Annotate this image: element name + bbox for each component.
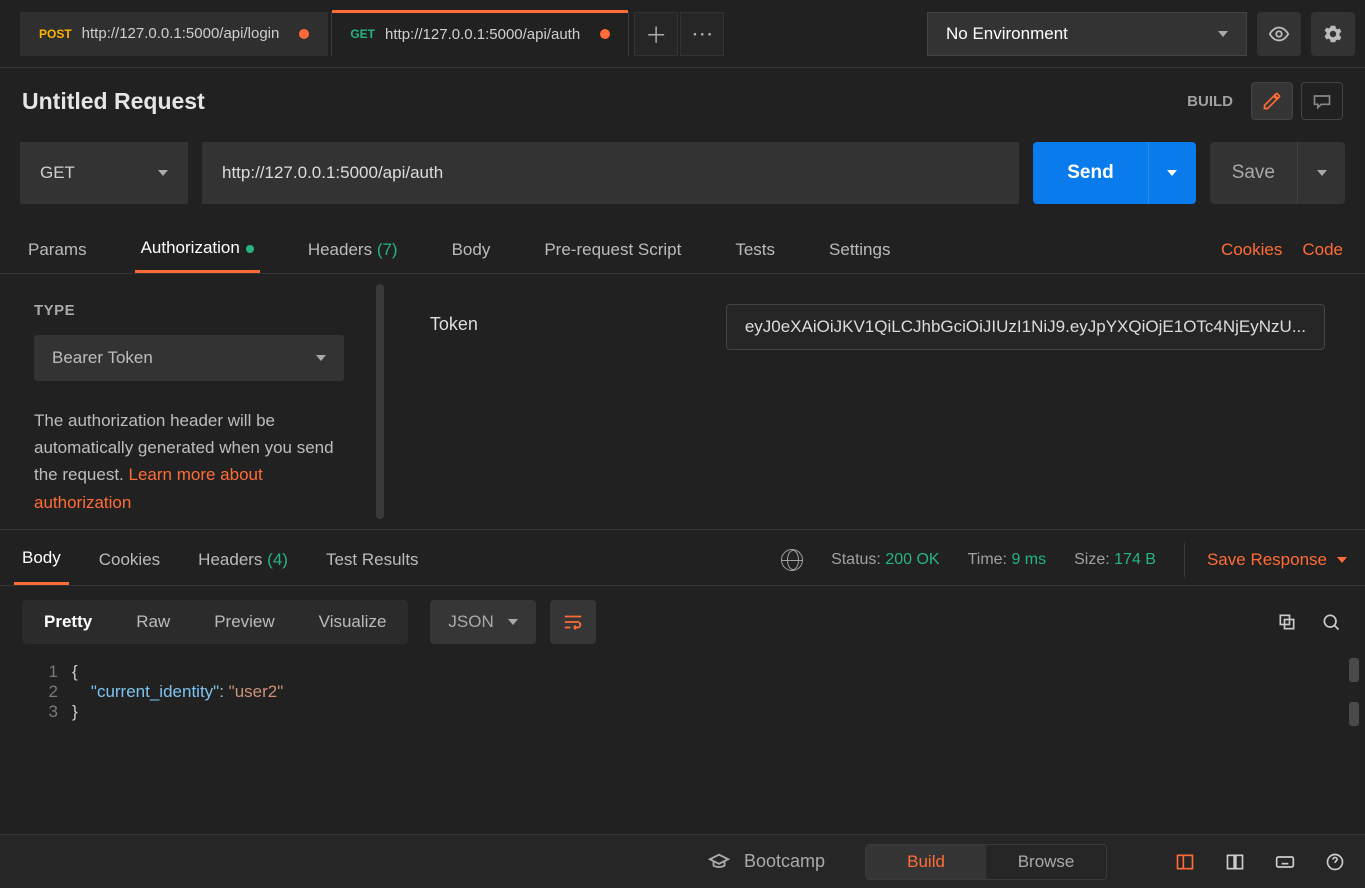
- code-link[interactable]: Code: [1302, 240, 1343, 260]
- status-value: 200 OK: [885, 551, 939, 568]
- url-input[interactable]: http://127.0.0.1:5000/api/auth: [202, 142, 1019, 204]
- send-button-group: Send: [1033, 142, 1195, 204]
- tab-overflow-button[interactable]: ⋯: [680, 12, 724, 56]
- chevron-down-icon: [508, 619, 518, 625]
- resp-tab-cookies[interactable]: Cookies: [91, 536, 168, 584]
- tab-url: http://127.0.0.1:5000/api/login: [82, 25, 280, 42]
- save-options-button[interactable]: [1297, 142, 1345, 204]
- resp-tab-headers[interactable]: Headers (4): [190, 536, 296, 584]
- chevron-down-icon: [1337, 557, 1347, 563]
- split-pane-icon[interactable]: [1223, 850, 1247, 874]
- keyboard-icon[interactable]: [1273, 850, 1297, 874]
- tab-prerequest[interactable]: Pre-request Script: [538, 228, 687, 272]
- format-preview[interactable]: Preview: [192, 600, 296, 644]
- bootcamp-button[interactable]: Bootcamp: [708, 851, 825, 873]
- comment-mode-button[interactable]: [1301, 82, 1343, 120]
- tab-authorization[interactable]: Authorization: [135, 226, 260, 273]
- response-tabs: Body Cookies Headers (4) Test Results St…: [0, 530, 1365, 586]
- edit-mode-button[interactable]: [1251, 82, 1293, 120]
- environment-quicklook-button[interactable]: [1257, 12, 1301, 56]
- mode-build-button[interactable]: Build: [866, 845, 986, 879]
- method-badge-post: POST: [39, 27, 72, 41]
- cookies-link[interactable]: Cookies: [1221, 240, 1282, 260]
- auth-fields-panel: Token eyJ0eXAiOiJKV1QiLCJhbGciOiJIUzI1Ni…: [390, 274, 1365, 529]
- format-tabs: Pretty Raw Preview Visualize: [22, 600, 408, 644]
- response-body[interactable]: 1{ 2 "current_identity": "user2" 3}: [0, 658, 1365, 722]
- chevron-down-icon: [1218, 31, 1228, 37]
- auth-type-label: TYPE: [34, 302, 356, 319]
- auth-description: The authorization header will be automat…: [34, 407, 344, 516]
- format-raw[interactable]: Raw: [114, 600, 192, 644]
- auth-type-panel: TYPE Bearer Token The authorization head…: [0, 274, 390, 529]
- http-method-value: GET: [40, 163, 75, 183]
- chevron-down-icon: [1167, 170, 1177, 176]
- send-button[interactable]: Send: [1033, 142, 1147, 204]
- copy-icon[interactable]: [1275, 610, 1299, 634]
- authorization-panel: TYPE Bearer Token The authorization head…: [0, 274, 1365, 530]
- wrap-lines-button[interactable]: [550, 600, 596, 644]
- size-value: 174 B: [1114, 551, 1156, 568]
- mode-browse-button[interactable]: Browse: [986, 845, 1106, 879]
- format-pretty[interactable]: Pretty: [22, 600, 114, 644]
- line-number: 2: [34, 682, 72, 702]
- search-icon[interactable]: [1319, 610, 1343, 634]
- time-value: 9 ms: [1011, 551, 1046, 568]
- top-bar: POST http://127.0.0.1:5000/api/login GET…: [0, 0, 1365, 68]
- tab-headers[interactable]: Headers (7): [302, 228, 404, 272]
- mode-label: BUILD: [1187, 93, 1233, 110]
- send-options-button[interactable]: [1148, 142, 1196, 204]
- line-number: 1: [34, 662, 72, 682]
- new-tab-button[interactable]: ＋: [634, 12, 678, 56]
- network-icon[interactable]: [781, 549, 803, 571]
- method-badge-get: GET: [350, 27, 375, 41]
- resp-tab-body[interactable]: Body: [14, 534, 69, 585]
- environment-select[interactable]: No Environment: [927, 12, 1247, 56]
- dirty-dot-icon: [600, 29, 610, 39]
- tab-tests[interactable]: Tests: [729, 228, 781, 272]
- dirty-dot-icon: [299, 29, 309, 39]
- active-dot-icon: [246, 245, 254, 253]
- scrollbar-thumb[interactable]: [1349, 658, 1359, 682]
- format-visualize[interactable]: Visualize: [297, 600, 409, 644]
- tab-login[interactable]: POST http://127.0.0.1:5000/api/login: [20, 12, 328, 56]
- request-url-row: GET http://127.0.0.1:5000/api/auth Send …: [0, 128, 1365, 218]
- chevron-down-icon: [158, 170, 168, 176]
- tab-body[interactable]: Body: [446, 228, 497, 272]
- tab-params[interactable]: Params: [22, 228, 93, 272]
- chevron-down-icon: [316, 355, 326, 361]
- language-select[interactable]: JSON: [430, 600, 535, 644]
- footer-icons: [1173, 850, 1347, 874]
- save-response-button[interactable]: Save Response: [1184, 543, 1347, 577]
- http-method-select[interactable]: GET: [20, 142, 188, 204]
- settings-button[interactable]: [1311, 12, 1355, 56]
- two-pane-icon[interactable]: [1173, 850, 1197, 874]
- mode-toggle: Build Browse: [865, 844, 1107, 880]
- tab-auth[interactable]: GET http://127.0.0.1:5000/api/auth: [331, 12, 629, 56]
- help-icon[interactable]: [1323, 850, 1347, 874]
- footer-bar: Bootcamp Build Browse: [0, 834, 1365, 888]
- response-meta: Status: 200 OK Time: 9 ms Size: 174 B Sa…: [781, 543, 1347, 577]
- token-input[interactable]: eyJ0eXAiOiJKV1QiLCJhbGciOiJIUzI1NiJ9.eyJ…: [726, 304, 1325, 350]
- line-number: 3: [34, 702, 72, 722]
- response-format-row: Pretty Raw Preview Visualize JSON: [0, 586, 1365, 658]
- tab-settings[interactable]: Settings: [823, 228, 896, 272]
- chevron-down-icon: [1317, 170, 1327, 176]
- save-button[interactable]: Save: [1210, 142, 1297, 204]
- tab-url: http://127.0.0.1:5000/api/auth: [385, 26, 580, 43]
- title-row: Untitled Request BUILD: [0, 68, 1365, 128]
- request-tabs: Params Authorization Headers (7) Body Pr…: [0, 218, 1365, 274]
- save-button-group: Save: [1210, 142, 1345, 204]
- resp-tab-testresults[interactable]: Test Results: [318, 536, 427, 584]
- token-label: Token: [430, 304, 726, 499]
- environment-label: No Environment: [946, 24, 1068, 44]
- top-bar-right: No Environment: [927, 12, 1365, 56]
- auth-type-select[interactable]: Bearer Token: [34, 335, 344, 381]
- scrollbar-thumb[interactable]: [1349, 702, 1359, 726]
- tab-strip: POST http://127.0.0.1:5000/api/login GET…: [20, 12, 724, 56]
- request-title: Untitled Request: [22, 88, 205, 115]
